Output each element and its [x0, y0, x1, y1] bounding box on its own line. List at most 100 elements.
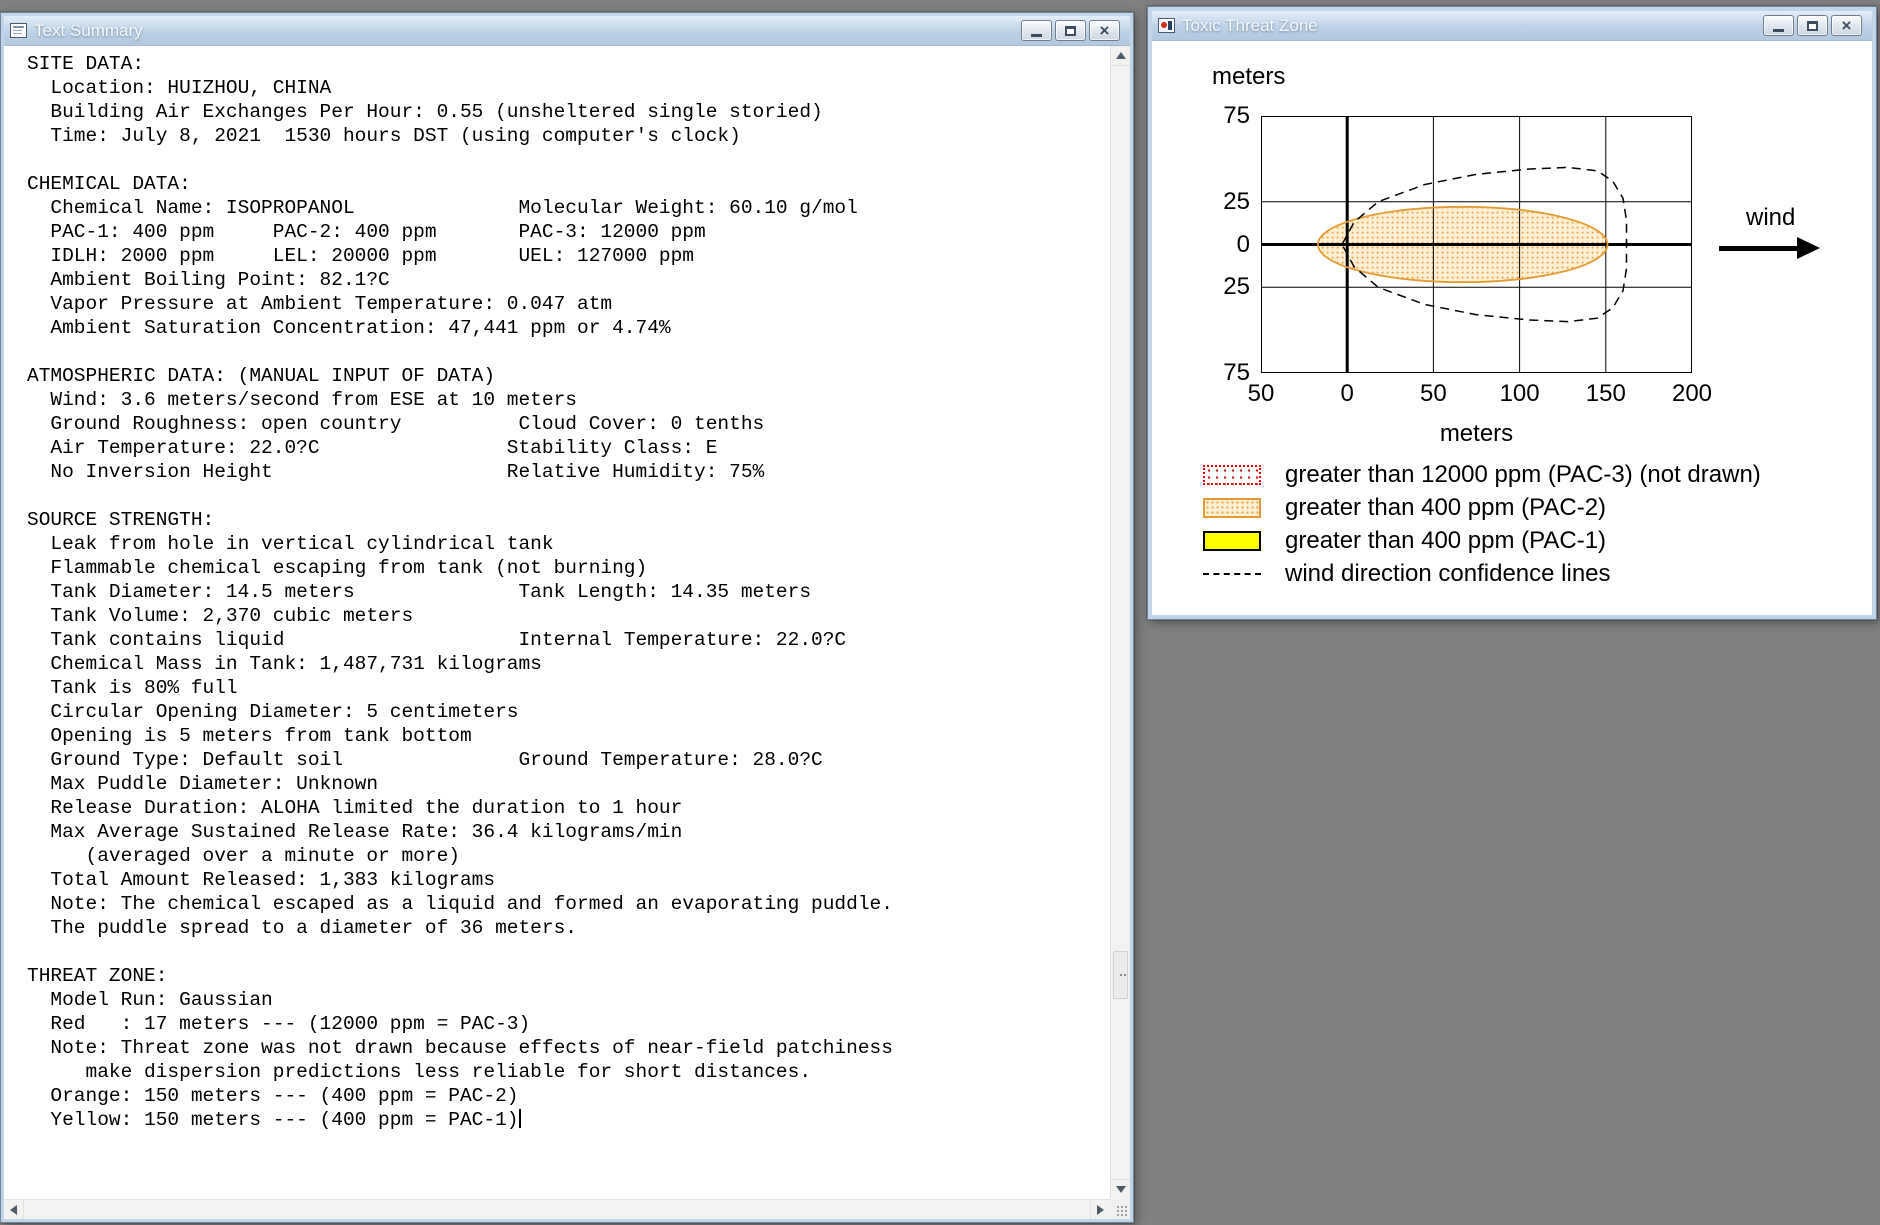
vertical-scrollbar[interactable]: [1110, 46, 1130, 1199]
y-tick-label: 25: [1223, 187, 1250, 215]
arrow-left-icon: [10, 1204, 17, 1215]
summary-line: Release Duration: ALOHA limited the dura…: [27, 797, 683, 819]
summary-line: Tank Volume: 2,370 cubic meters: [27, 605, 414, 627]
summary-line: Note: The chemical escaped as a liquid a…: [27, 893, 893, 915]
text-summary-titlebar[interactable]: Text Summary ×: [4, 16, 1130, 46]
close-icon: ×: [1099, 21, 1110, 40]
summary-line: Building Air Exchanges Per Hour: 0.55 (u…: [27, 101, 823, 123]
wind-label: wind: [1746, 204, 1796, 231]
y-axis-label: meters: [1212, 63, 1286, 90]
toxic-threat-zone-titlebar[interactable]: Toxic Threat Zone ×: [1152, 11, 1872, 41]
summary-line: Leak from hole in vertical cylindrical t…: [27, 533, 554, 555]
x-tick-label: 0: [1340, 380, 1354, 407]
summary-line: IDLH: 2000 ppm LEL: 20000 ppm UEL: 12700…: [27, 245, 695, 267]
scroll-left-button[interactable]: [4, 1200, 24, 1219]
summary-line: Tank is 80% full: [27, 677, 238, 699]
summary-line: Ground Roughness: open country Cloud Cov…: [27, 413, 765, 435]
summary-line: Air Temperature: 22.0?C Stability Class:…: [27, 437, 718, 459]
summary-line: Ambient Saturation Concentration: 47,441…: [27, 317, 671, 339]
legend-item: greater than 400 ppm (PAC-2): [1203, 494, 1761, 521]
summary-line: Max Average Sustained Release Rate: 36.4…: [27, 821, 683, 843]
threat-zone-content: meters 75 25 0 25 75 50 0 50 100 150 200 meters w…: [1152, 41, 1872, 615]
horizontal-scrollbar[interactable]: [4, 1199, 1110, 1219]
close-button[interactable]: ×: [1089, 20, 1120, 41]
summary-line: Time: July 8, 2021 1530 hours DST (using…: [27, 125, 741, 147]
x-tick-label: 200: [1671, 380, 1713, 407]
y-tick-label: 0: [1236, 230, 1250, 258]
minimize-button[interactable]: [1763, 15, 1794, 36]
toxic-threat-zone-window: Toxic Threat Zone × meters 75 25 0 25 75 50 0…: [1147, 6, 1877, 620]
summary-line: [27, 940, 1110, 964]
resize-grip[interactable]: [1110, 1199, 1130, 1219]
window-controls: ×: [1021, 20, 1126, 41]
x-tick-label: 150: [1585, 380, 1626, 407]
pac3-swatch-icon: [1203, 465, 1261, 485]
summary-line: PAC-1: 400 ppm PAC-2: 400 ppm PAC-3: 120…: [27, 221, 706, 243]
text-summary-window: Text Summary × SITE DATA: Location: HUIZ…: [0, 12, 1134, 1223]
close-button[interactable]: ×: [1831, 15, 1862, 36]
summary-text[interactable]: SITE DATA: Location: HUIZHOU, CHINA Buil…: [4, 46, 1110, 1199]
summary-line: Location: HUIZHOU, CHINA: [27, 77, 332, 99]
summary-line: Tank contains liquid Internal Temperatur…: [27, 629, 847, 651]
legend-label: greater than 400 ppm (PAC-2): [1285, 494, 1607, 521]
arrow-down-icon: [1115, 1186, 1126, 1193]
wind-arrow-head: [1797, 237, 1820, 259]
summary-line: Model Run: Gaussian: [27, 989, 273, 1011]
maximize-button[interactable]: [1797, 15, 1828, 36]
y-tick-label: 75: [1223, 102, 1250, 129]
text-caret: [519, 1109, 522, 1128]
x-tick-label: 50: [1420, 380, 1447, 407]
legend-label: greater than 12000 ppm (PAC-3) (not draw…: [1285, 461, 1761, 488]
scroll-right-button[interactable]: [1090, 1200, 1110, 1219]
summary-line: The puddle spread to a diameter of 36 me…: [27, 917, 577, 939]
summary-line: CHEMICAL DATA:: [27, 173, 191, 195]
scroll-down-button[interactable]: [1111, 1179, 1130, 1199]
scroll-up-button[interactable]: [1111, 46, 1130, 66]
summary-line: No Inversion Height Relative Humidity: 7…: [27, 461, 765, 483]
pac1-swatch-icon: [1203, 531, 1261, 551]
summary-line: Yellow: 150 meters --- (400 ppm = PAC-1): [27, 1108, 1110, 1132]
legend-item: greater than 12000 ppm (PAC-3) (not draw…: [1203, 461, 1761, 488]
summary-line: Orange: 150 meters --- (400 ppm = PAC-2): [27, 1085, 519, 1107]
summary-line: (averaged over a minute or more): [27, 845, 460, 867]
legend-label: greater than 400 ppm (PAC-1): [1285, 527, 1607, 554]
text-summary-title: Text Summary: [34, 20, 143, 40]
maximize-button[interactable]: [1055, 20, 1086, 41]
legend-label: wind direction confidence lines: [1285, 560, 1611, 587]
toxic-threat-zone-title: Toxic Threat Zone: [1182, 15, 1318, 35]
summary-line: ATMOSPHERIC DATA: (MANUAL INPUT OF DATA): [27, 365, 496, 387]
summary-line: Ground Type: Default soil Ground Tempera…: [27, 749, 823, 771]
summary-line: Opening is 5 meters from tank bottom: [27, 725, 472, 747]
summary-line: Vapor Pressure at Ambient Temperature: 0…: [27, 293, 613, 315]
legend-item: greater than 400 ppm (PAC-1): [1203, 527, 1761, 554]
arrow-up-icon: [1115, 52, 1126, 59]
summary-line: Chemical Name: ISOPROPANOL Molecular Wei…: [27, 197, 858, 219]
summary-line: Ambient Boiling Point: 82.1?C: [27, 269, 390, 291]
summary-line: SOURCE STRENGTH:: [27, 509, 215, 531]
pac2-swatch-icon: [1203, 498, 1261, 518]
summary-line: Red : 17 meters --- (12000 ppm = PAC-3): [27, 1013, 531, 1035]
legend-item: wind direction confidence lines: [1203, 560, 1761, 587]
vertical-scroll-thumb[interactable]: [1113, 951, 1128, 999]
summary-line: Circular Opening Diameter: 5 centimeters: [27, 701, 519, 723]
summary-line: Flammable chemical escaping from tank (n…: [27, 557, 648, 579]
summary-line: THREAT ZONE:: [27, 965, 168, 987]
minimize-button[interactable]: [1021, 20, 1052, 41]
summary-line: SITE DATA:: [27, 53, 145, 75]
x-axis-label: meters: [1439, 420, 1514, 447]
summary-line: Max Puddle Diameter: Unknown: [27, 773, 379, 795]
summary-line: [27, 340, 1110, 364]
maximize-icon: [1807, 20, 1818, 31]
maximize-icon: [1065, 25, 1076, 36]
text-summary-content: SITE DATA: Location: HUIZHOU, CHINA Buil…: [4, 46, 1130, 1219]
summary-line: Tank Diameter: 14.5 meters Tank Length: …: [27, 581, 812, 603]
dashed-swatch-icon: [1203, 573, 1261, 575]
window-controls: ×: [1763, 15, 1868, 36]
text-summary-icon: [10, 23, 27, 38]
x-tick-label: 100: [1499, 380, 1540, 407]
summary-line: Note: Threat zone was not drawn because …: [27, 1037, 893, 1059]
summary-line: Total Amount Released: 1,383 kilograms: [27, 869, 496, 891]
wind-arrow-shaft: [1719, 245, 1797, 251]
minimize-icon: [1773, 28, 1784, 32]
threat-zone-plot: [1261, 116, 1692, 373]
